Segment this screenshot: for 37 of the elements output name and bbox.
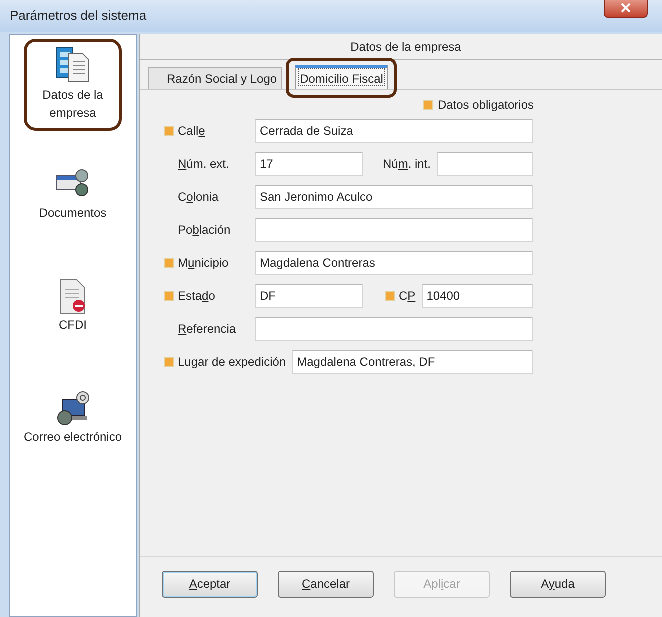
dialog-button[interactable]: Ayuda [510,570,606,598]
field-label: Colonia [178,188,220,206]
input-field[interactable]: San Jeronimo Aculco [255,184,533,208]
input-field[interactable]: Magdalena Contreras [255,250,533,274]
field-label: Referencia [178,320,238,338]
field-label: Núm. ext. [178,156,230,172]
input-field[interactable]: Magdalena Contreras, DF [292,350,533,374]
field-label: CP [399,288,417,304]
input-field[interactable]: 17 [255,152,363,176]
field-label: Núm. int. [383,156,432,172]
input-field[interactable] [437,152,533,176]
required-marker-icon [422,100,433,110]
sidebar-item[interactable]: Datos de la empresa [27,42,119,128]
legend-text: Datos obligatorios [438,97,534,114]
sidebar-item[interactable]: CFDI [11,271,135,343]
laptop-at-icon [55,390,91,426]
window-title: Parámetros del sistema [10,7,147,26]
close-button[interactable] [604,0,648,18]
field-label: Población [178,222,232,238]
field-label: Calle [178,122,206,140]
input-field[interactable]: Cerrada de Suiza [255,118,533,142]
input-field[interactable]: DF [255,284,363,308]
input-field[interactable] [255,316,533,340]
field-label: Estado [178,288,216,304]
input-field[interactable] [255,218,533,242]
tab[interactable]: Domicilio Fiscal [295,65,388,89]
sidebar-item[interactable]: Documentos [11,159,135,231]
dialog-button[interactable]: Aceptar [162,570,258,598]
field-label: Municipio [178,254,230,272]
sidebar-item[interactable]: Correo electrónico [11,383,135,455]
field-label: Lugar de expedición [178,354,288,370]
tab[interactable]: Razón Social y Logo [148,67,282,89]
dialog-button[interactable]: Cancelar [278,570,374,598]
building-document-icon [55,46,91,82]
panel-title: Datos de la empresa [350,39,462,56]
input-field[interactable]: 10400 [422,284,533,308]
close-icon [621,3,631,13]
